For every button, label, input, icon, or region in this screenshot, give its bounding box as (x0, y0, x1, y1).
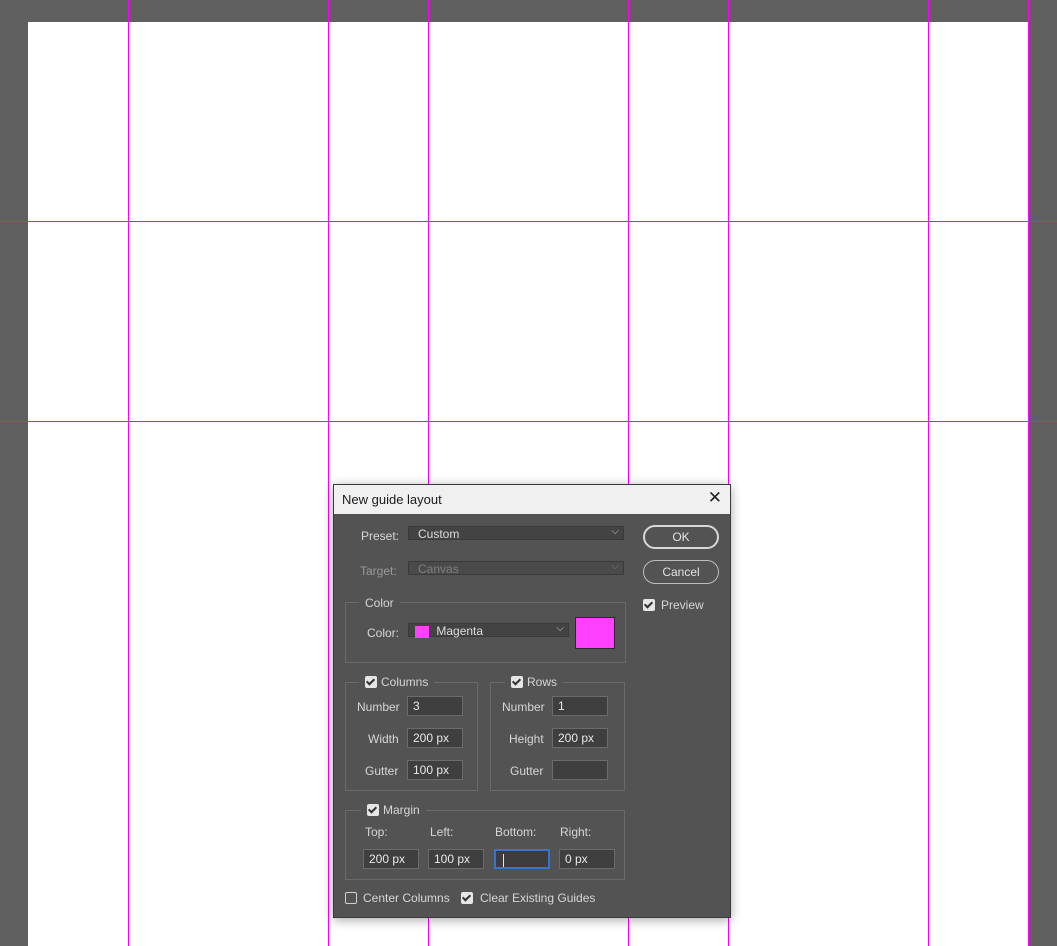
columns-gutter-field[interactable]: 100 px (407, 760, 463, 780)
color-label: Color: (367, 626, 400, 640)
vertical-guide (328, 0, 329, 946)
preset-value: Custom (418, 527, 460, 541)
dialog-title: New guide layout (342, 492, 442, 507)
rows-height-label: Height (509, 732, 544, 746)
vertical-guide (928, 0, 929, 946)
rows-label: Rows (527, 675, 558, 689)
rows-legend: Rows (505, 675, 564, 689)
margin-legend: Margin (361, 803, 426, 817)
close-icon[interactable]: ✕ (708, 488, 722, 508)
dialog-titlebar: New guide layout ✕ (334, 485, 730, 514)
rows-checkbox[interactable] (511, 676, 523, 688)
rows-gutter-field[interactable] (552, 760, 608, 780)
ok-button[interactable]: OK (643, 525, 719, 549)
margin-left-label: Left: (430, 825, 454, 839)
color-group-legend: Color (359, 596, 400, 610)
chevron-down-icon: ⌵ (556, 623, 564, 634)
color-swatch-button[interactable] (575, 617, 615, 649)
margin-checkbox[interactable] (367, 804, 379, 816)
columns-width-label: Width (368, 732, 399, 746)
columns-number-field[interactable]: 3 (407, 696, 463, 716)
clear-existing-guides-label: Clear Existing Guides (480, 891, 596, 905)
margin-top-label: Top: (365, 825, 388, 839)
center-columns-checkbox[interactable] (345, 892, 357, 904)
color-swatch-small (415, 625, 429, 638)
columns-gutter-label: Gutter (365, 764, 399, 778)
target-dropdown: Canvas ⌵ (408, 561, 624, 576)
horizontal-guide (0, 221, 1057, 222)
margin-bottom-field[interactable] (494, 849, 550, 869)
horizontal-guide (0, 421, 1057, 422)
rows-height-field[interactable]: 200 px (552, 728, 608, 748)
preview-checkbox[interactable] (643, 599, 655, 611)
preview-label: Preview (661, 598, 704, 612)
target-value: Canvas (418, 562, 459, 576)
text-caret (503, 854, 504, 868)
vertical-guide (128, 0, 129, 946)
margin-group (345, 810, 625, 880)
cancel-button[interactable]: Cancel (643, 560, 719, 584)
rows-number-field[interactable]: 1 (552, 696, 608, 716)
center-columns-label: Center Columns (363, 891, 450, 905)
margin-right-label: Right: (560, 825, 592, 839)
preset-label: Preset: (361, 529, 400, 543)
margin-label: Margin (383, 803, 420, 817)
chevron-down-icon: ⌵ (611, 561, 619, 572)
vertical-guide (1028, 0, 1029, 946)
preset-dropdown[interactable]: Custom ⌵ (408, 526, 624, 541)
rows-number-label: Number (502, 700, 545, 714)
margin-bottom-label: Bottom: (495, 825, 537, 839)
columns-number-label: Number (357, 700, 400, 714)
columns-label: Columns (381, 675, 429, 689)
color-dropdown[interactable]: Magenta ⌵ (408, 623, 569, 638)
clear-existing-guides-checkbox[interactable] (461, 892, 473, 904)
columns-checkbox[interactable] (365, 676, 377, 688)
target-label: Target: (360, 564, 397, 578)
new-guide-layout-dialog: New guide layout ✕ Preset: Custom ⌵ Targ… (333, 484, 731, 918)
columns-width-field[interactable]: 200 px (407, 728, 463, 748)
margin-top-field[interactable]: 200 px (363, 849, 419, 869)
color-value: Magenta (436, 624, 484, 638)
margin-right-field[interactable]: 0 px (559, 849, 615, 869)
chevron-down-icon: ⌵ (611, 526, 619, 537)
margin-left-field[interactable]: 100 px (428, 849, 484, 869)
columns-legend: Columns (359, 675, 435, 689)
rows-gutter-label: Gutter (510, 764, 544, 778)
